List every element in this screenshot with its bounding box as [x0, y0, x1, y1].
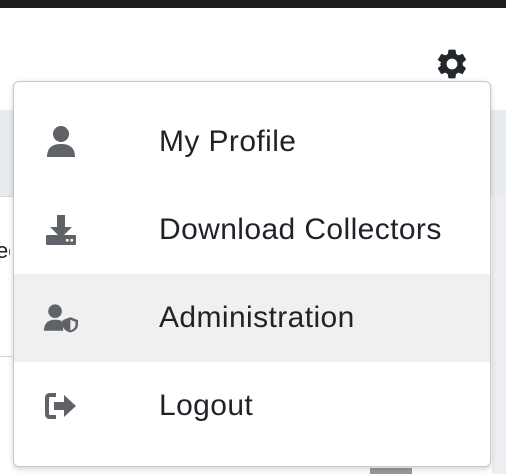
top-strip [0, 0, 506, 8]
menu-item-label: Administration [159, 301, 355, 334]
page-clipped-text: ec [0, 238, 10, 263]
page-divider [0, 356, 14, 357]
user-dropdown-menu: My Profile Download Collectors Administr… [13, 81, 491, 467]
menu-item-label: Logout [159, 389, 254, 422]
menu-item-label: Download Collectors [159, 213, 442, 246]
menu-item-label: My Profile [159, 125, 297, 158]
menu-list: My Profile Download Collectors Administr… [14, 98, 490, 450]
settings-button[interactable] [432, 44, 472, 84]
menu-item-my-profile[interactable]: My Profile [14, 98, 490, 186]
user-shield-icon [44, 301, 78, 335]
menu-item-administration[interactable]: Administration [14, 274, 490, 362]
gear-icon [437, 49, 467, 79]
menu-item-download-collectors[interactable]: Download Collectors [14, 186, 490, 274]
menu-item-logout[interactable]: Logout [14, 362, 490, 450]
download-icon [44, 213, 78, 247]
page-bottom-tab [370, 468, 412, 474]
logout-icon [44, 389, 78, 423]
user-icon [44, 125, 78, 159]
page-right-strip [492, 196, 506, 474]
